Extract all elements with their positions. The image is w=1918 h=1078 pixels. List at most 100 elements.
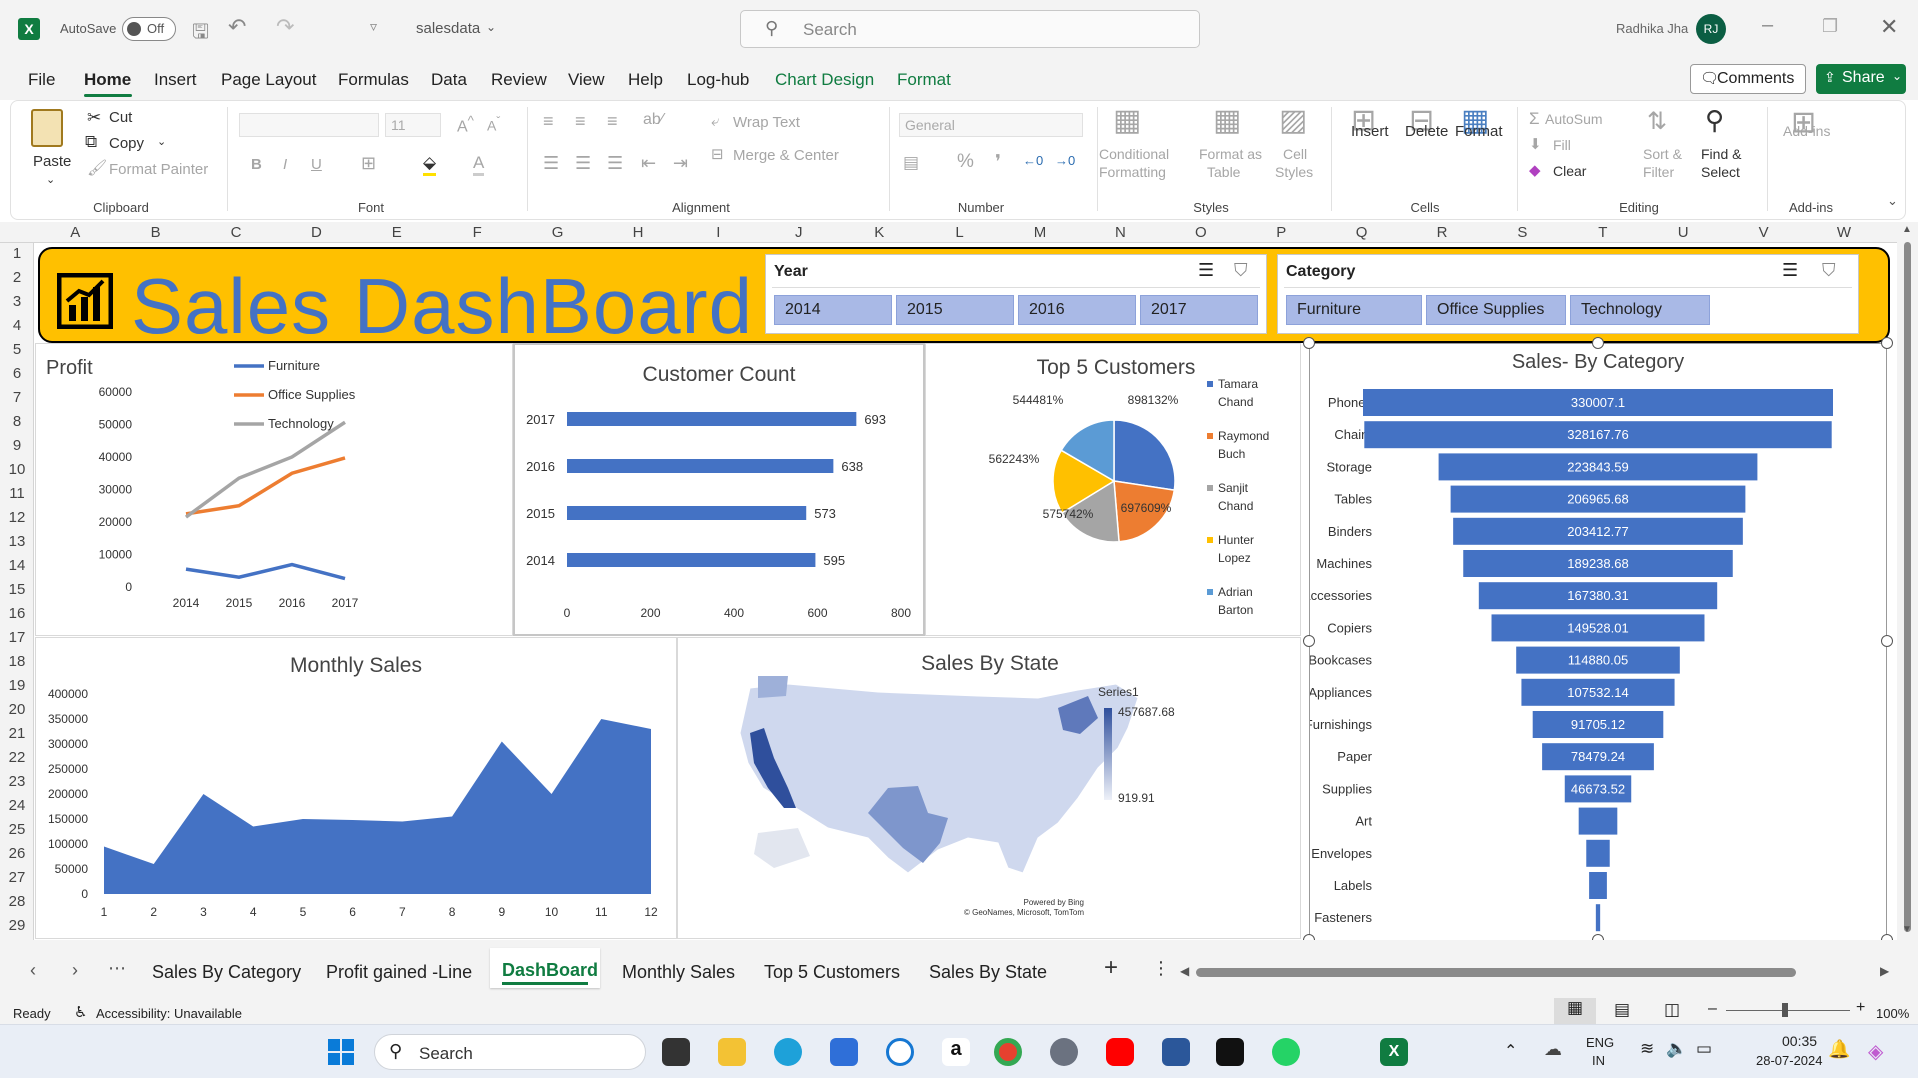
find-select-label1[interactable]: Find & bbox=[1701, 146, 1741, 162]
zoom-level[interactable]: 100% bbox=[1876, 1006, 1909, 1021]
column-header[interactable]: O bbox=[1161, 224, 1241, 241]
copy-button[interactable]: Copy bbox=[109, 135, 144, 152]
onedrive-icon[interactable]: ☁ bbox=[1544, 1039, 1562, 1060]
hscroll-left-icon[interactable]: ◀ bbox=[1180, 964, 1189, 978]
row-header[interactable]: 9 bbox=[0, 437, 34, 454]
find-select-icon[interactable]: ⚲ bbox=[1705, 105, 1724, 136]
clear-filter-icon[interactable]: ⛉ bbox=[1234, 260, 1248, 281]
align-center-icon[interactable]: ☰ bbox=[575, 153, 591, 174]
sheet-tab[interactable]: Top 5 Customers bbox=[764, 962, 900, 983]
year-slicer-item[interactable]: 2017 bbox=[1140, 295, 1258, 325]
save-icon[interactable]: 🖫 bbox=[192, 17, 209, 51]
more-sheets-icon[interactable]: ⋯ bbox=[108, 958, 126, 979]
language-line1[interactable]: ENG bbox=[1586, 1035, 1614, 1050]
restore-icon[interactable]: ❐ bbox=[1822, 16, 1838, 37]
page-break-view-icon[interactable]: ◫ bbox=[1664, 1000, 1680, 1020]
category-slicer-item[interactable]: Technology bbox=[1570, 295, 1710, 325]
column-header[interactable]: H bbox=[598, 224, 678, 241]
format-painter-button[interactable]: Format Painter bbox=[109, 161, 208, 178]
multi-select-icon[interactable]: ☰ bbox=[1782, 260, 1798, 281]
word-icon[interactable] bbox=[1162, 1038, 1190, 1066]
search-box[interactable]: ⚲ Search bbox=[740, 10, 1200, 48]
row-header[interactable]: 18 bbox=[0, 653, 34, 670]
row-header[interactable]: 7 bbox=[0, 389, 34, 406]
language-line2[interactable]: IN bbox=[1592, 1053, 1605, 1068]
store-icon[interactable] bbox=[830, 1038, 858, 1066]
row-header[interactable]: 21 bbox=[0, 725, 34, 742]
customer-count-chart[interactable]: Customer Count 2017 693 2016 638 2015 573 2014 5… bbox=[513, 343, 925, 636]
youtube-icon[interactable] bbox=[1106, 1038, 1134, 1066]
page-layout-view-icon[interactable]: ▤ bbox=[1614, 1000, 1630, 1020]
category-slicer[interactable]: Category ☰ ⛉ Furniture Office Supplies T… bbox=[1277, 254, 1859, 334]
clock-time[interactable]: 00:35 bbox=[1782, 1033, 1817, 1049]
category-slicer-item[interactable]: Office Supplies bbox=[1426, 295, 1566, 325]
fill-color-icon[interactable]: ⬙ bbox=[423, 153, 437, 176]
show-hidden-icons[interactable]: ⌃ bbox=[1504, 1041, 1517, 1061]
scroll-up-icon[interactable]: ▲ bbox=[1902, 224, 1912, 235]
format-cells-button[interactable]: Format bbox=[1455, 123, 1503, 140]
increase-decimal-icon[interactable]: ←0 bbox=[1023, 153, 1043, 168]
increase-indent-icon[interactable]: ⇥ bbox=[673, 153, 688, 174]
resize-handle[interactable] bbox=[1303, 337, 1315, 349]
whatsapp-icon[interactable] bbox=[1272, 1038, 1300, 1066]
avatar[interactable]: RJ bbox=[1696, 14, 1726, 44]
profit-chart[interactable]: Profit 0 10000 20000 30000 40000 50000 60000 201… bbox=[35, 343, 513, 636]
sort-filter-icon[interactable]: ⇅ bbox=[1647, 107, 1667, 136]
scroll-thumb[interactable] bbox=[1904, 242, 1911, 932]
category-slicer-item[interactable]: Furniture bbox=[1286, 295, 1422, 325]
column-header[interactable]: K bbox=[839, 224, 919, 241]
column-header[interactable]: W bbox=[1804, 224, 1884, 241]
multi-select-icon[interactable]: ☰ bbox=[1198, 260, 1214, 281]
accounting-icon[interactable]: ▤ bbox=[903, 153, 919, 173]
battery-icon[interactable]: ▭ bbox=[1696, 1039, 1712, 1059]
cell-styles-label2[interactable]: Styles bbox=[1275, 164, 1313, 180]
column-header[interactable]: J bbox=[759, 224, 839, 241]
next-sheet-icon[interactable]: › bbox=[72, 960, 78, 981]
column-header[interactable]: V bbox=[1723, 224, 1803, 241]
user-name[interactable]: Radhika Jha bbox=[1616, 21, 1688, 36]
align-middle-icon[interactable]: ≡ bbox=[575, 111, 586, 132]
fill-button[interactable]: Fill bbox=[1553, 137, 1571, 153]
row-header[interactable]: 15 bbox=[0, 581, 34, 598]
column-header[interactable]: I bbox=[678, 224, 758, 241]
font-name-select[interactable] bbox=[239, 113, 379, 137]
wifi-icon[interactable]: ≋ bbox=[1640, 1039, 1654, 1059]
year-slicer-item[interactable]: 2015 bbox=[896, 295, 1014, 325]
sheet-tab-active[interactable]: DashBoard bbox=[502, 960, 598, 981]
resize-handle[interactable] bbox=[1881, 635, 1893, 647]
prev-sheet-icon[interactable]: ‹ bbox=[30, 960, 36, 981]
row-header[interactable]: 14 bbox=[0, 557, 34, 574]
column-header[interactable]: L bbox=[919, 224, 999, 241]
column-header[interactable]: A bbox=[35, 224, 115, 241]
file-name[interactable]: salesdata bbox=[416, 20, 480, 37]
chevron-down-icon[interactable]: ⌄ bbox=[46, 173, 55, 186]
row-header[interactable]: 2 bbox=[0, 269, 34, 286]
column-header[interactable]: N bbox=[1080, 224, 1160, 241]
autosave-toggle[interactable]: Off bbox=[122, 17, 176, 41]
sheet-tab[interactable]: Profit gained -Line bbox=[326, 962, 472, 983]
delete-cells-button[interactable]: Delete bbox=[1405, 123, 1448, 140]
align-top-icon[interactable]: ≡ bbox=[543, 111, 554, 132]
conditional-formatting-label1[interactable]: Conditional bbox=[1099, 146, 1169, 162]
hscroll-right-icon[interactable]: ▶ bbox=[1880, 964, 1889, 978]
row-header[interactable]: 8 bbox=[0, 413, 34, 430]
align-left-icon[interactable]: ☰ bbox=[543, 153, 559, 174]
row-header[interactable]: 13 bbox=[0, 533, 34, 550]
menu-file[interactable]: File bbox=[28, 70, 55, 90]
align-bottom-icon[interactable]: ≡ bbox=[607, 111, 618, 132]
clear-button[interactable]: Clear bbox=[1553, 163, 1586, 179]
row-header[interactable]: 10 bbox=[0, 461, 34, 478]
cortana-icon[interactable] bbox=[886, 1038, 914, 1066]
decrease-indent-icon[interactable]: ⇤ bbox=[641, 153, 656, 174]
sheet-tab[interactable]: Sales By State bbox=[929, 962, 1047, 983]
column-header[interactable]: S bbox=[1482, 224, 1562, 241]
font-size-select[interactable]: 11 bbox=[385, 113, 441, 137]
chevron-down-icon[interactable]: ⌄ bbox=[486, 20, 496, 34]
capcut-icon[interactable] bbox=[1216, 1038, 1244, 1066]
column-header[interactable]: T bbox=[1563, 224, 1643, 241]
close-icon[interactable]: ✕ bbox=[1880, 14, 1898, 40]
comma-icon[interactable]: ❜ bbox=[995, 151, 1001, 174]
redo-icon[interactable]: ↷ bbox=[276, 14, 294, 40]
normal-view-button[interactable]: ▦ bbox=[1554, 998, 1596, 1024]
resize-handle[interactable] bbox=[1592, 337, 1604, 349]
